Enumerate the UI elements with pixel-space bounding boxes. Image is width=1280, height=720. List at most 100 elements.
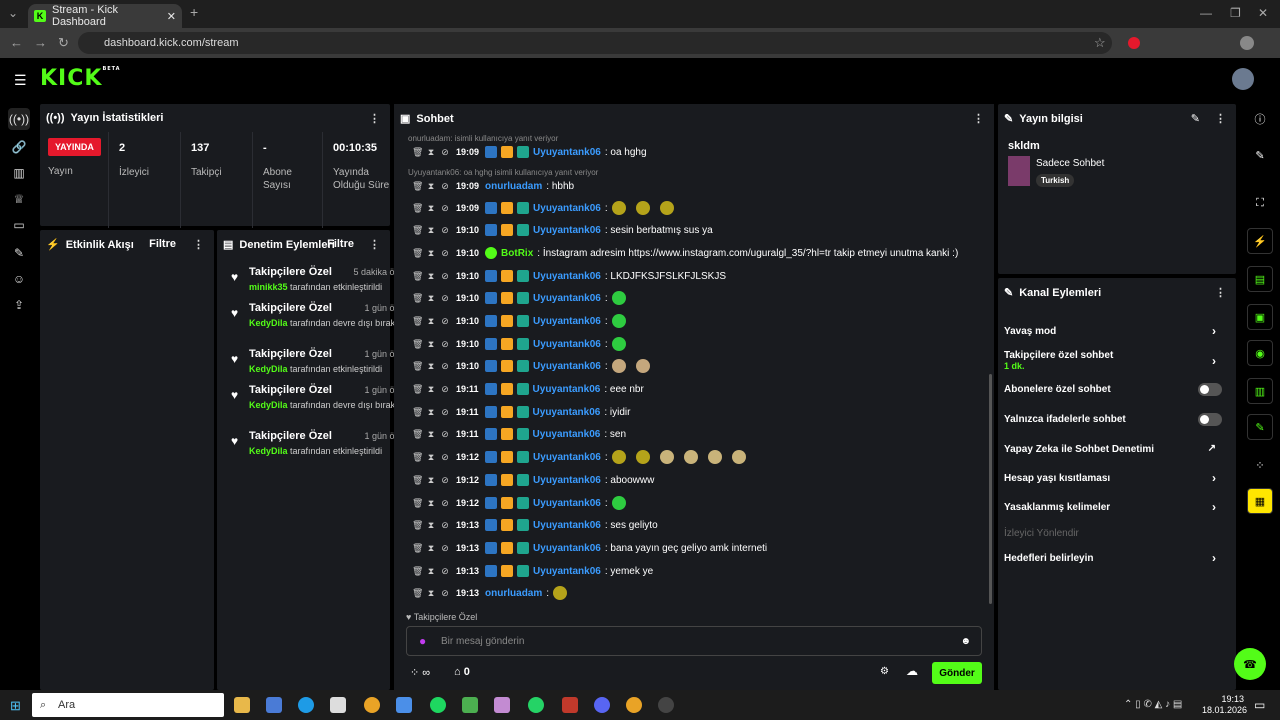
category-thumbnail[interactable] bbox=[1008, 156, 1030, 186]
mail-icon[interactable] bbox=[396, 697, 412, 713]
upload-icon[interactable]: ⇪ bbox=[8, 294, 30, 316]
message-username[interactable]: BotRix bbox=[501, 248, 533, 259]
trash-icon[interactable]: 🗑 bbox=[412, 384, 423, 395]
microphone-icon[interactable]: ● bbox=[419, 634, 426, 648]
edit-icon[interactable]: ✎ bbox=[1191, 112, 1200, 125]
analytics-icon[interactable]: ▥ bbox=[8, 162, 30, 184]
edge-icon[interactable] bbox=[298, 697, 314, 713]
kick-logo[interactable]: KICKBETA bbox=[40, 66, 121, 91]
info-icon[interactable]: ⓘ bbox=[1247, 106, 1273, 132]
trash-icon[interactable]: 🗑 bbox=[412, 147, 423, 158]
chat-settings-icon[interactable]: ⚙ bbox=[880, 666, 889, 677]
reload-icon[interactable]: ↻ bbox=[58, 35, 69, 51]
message-username[interactable]: Uyuyantank06 bbox=[533, 543, 601, 554]
pen-icon[interactable]: ✎ bbox=[1247, 142, 1273, 168]
clock[interactable]: 19:13 18.01.2026 bbox=[1202, 694, 1247, 716]
spotify-icon[interactable] bbox=[430, 697, 446, 713]
info-menu-icon[interactable]: ⋮ bbox=[1215, 112, 1226, 125]
chevron-right-icon[interactable]: › bbox=[1212, 500, 1216, 514]
timeout-icon[interactable]: ⧗ bbox=[426, 203, 436, 214]
activity-filter-button[interactable]: Filtre bbox=[149, 238, 176, 250]
ban-icon[interactable]: ⊘ bbox=[440, 475, 450, 486]
ban-icon[interactable]: ⊘ bbox=[440, 543, 450, 554]
message-username[interactable]: Uyuyantank06 bbox=[533, 271, 601, 282]
timeout-icon[interactable]: ⧗ bbox=[426, 407, 436, 418]
emote[interactable] bbox=[635, 359, 650, 373]
trash-icon[interactable]: 🗑 bbox=[412, 225, 423, 236]
message-username[interactable]: Uyuyantank06 bbox=[533, 225, 601, 236]
link-icon[interactable]: 🔗 bbox=[8, 136, 30, 158]
timeout-icon[interactable]: ⧗ bbox=[426, 339, 436, 350]
category-name[interactable]: Sadece Sohbet bbox=[1036, 158, 1104, 169]
timeout-icon[interactable]: ⧗ bbox=[426, 384, 436, 395]
chat-message-input[interactable]: ● Bir mesaj gönderin ☻ bbox=[406, 626, 982, 656]
modlog-filter-button[interactable]: Filtre bbox=[327, 238, 354, 250]
media-icon[interactable]: ▭ bbox=[8, 214, 30, 236]
ban-icon[interactable]: ⊘ bbox=[440, 248, 450, 259]
ban-icon[interactable]: ⊘ bbox=[440, 293, 450, 304]
menu-icon[interactable]: ☰ bbox=[14, 72, 27, 89]
emote[interactable] bbox=[659, 201, 674, 215]
lightning-icon[interactable]: ⚡ bbox=[1247, 228, 1273, 254]
channel-action-item[interactable]: Yasaklanmış kelimeler › bbox=[1004, 500, 1230, 514]
ban-icon[interactable]: ⊘ bbox=[440, 498, 450, 509]
message-username[interactable]: Uyuyantank06 bbox=[533, 316, 601, 327]
maximize-icon[interactable]: ❐ bbox=[1230, 6, 1241, 20]
trash-icon[interactable]: 🗑 bbox=[412, 181, 423, 192]
support-icon[interactable]: ☎ bbox=[1234, 648, 1266, 680]
emote[interactable] bbox=[611, 496, 626, 510]
channel-action-item[interactable]: Hesap yaşı kısıtlaması › bbox=[1004, 471, 1230, 485]
trash-icon[interactable]: 🗑 bbox=[412, 452, 423, 463]
timeout-icon[interactable]: ⧗ bbox=[426, 361, 436, 372]
ban-icon[interactable]: ⊘ bbox=[440, 147, 450, 158]
message-username[interactable]: onurluadam bbox=[485, 588, 542, 599]
timeout-icon[interactable]: ⧗ bbox=[426, 225, 436, 236]
wrench-icon[interactable]: ✎ bbox=[8, 242, 30, 264]
timeout-icon[interactable]: ⧗ bbox=[426, 181, 436, 192]
message-username[interactable]: Uyuyantank06 bbox=[533, 520, 601, 531]
timeout-icon[interactable]: ⧗ bbox=[426, 429, 436, 440]
store-icon[interactable] bbox=[330, 697, 346, 713]
stream-nav-icon[interactable]: ((•)) bbox=[8, 108, 30, 130]
trash-icon[interactable]: 🗑 bbox=[412, 498, 423, 509]
modlog-item-user[interactable]: minikk35 bbox=[249, 282, 288, 292]
user-avatar[interactable] bbox=[1232, 68, 1254, 90]
message-username[interactable]: Uyuyantank06 bbox=[533, 384, 601, 395]
timeout-icon[interactable]: ⧗ bbox=[426, 293, 436, 304]
trash-icon[interactable]: 🗑 bbox=[412, 339, 423, 350]
trash-icon[interactable]: 🗑 bbox=[412, 566, 423, 577]
send-button[interactable]: Gönder bbox=[932, 662, 982, 684]
timeout-icon[interactable]: ⧗ bbox=[426, 248, 436, 259]
timeout-icon[interactable]: ⧗ bbox=[426, 543, 436, 554]
close-window-icon[interactable]: ✕ bbox=[1258, 6, 1268, 20]
ban-icon[interactable]: ⊘ bbox=[440, 407, 450, 418]
trash-icon[interactable]: 🗑 bbox=[412, 543, 423, 554]
message-username[interactable]: Uyuyantank06 bbox=[533, 566, 601, 577]
timeout-icon[interactable]: ⧗ bbox=[426, 452, 436, 463]
ban-icon[interactable]: ⊘ bbox=[440, 588, 450, 599]
discord-icon[interactable] bbox=[594, 697, 610, 713]
expand-icon[interactable]: ⛶ bbox=[1247, 190, 1273, 216]
modlog-menu-icon[interactable]: ⋮ bbox=[369, 238, 380, 251]
profile-avatar[interactable] bbox=[1240, 36, 1254, 50]
whatsapp-icon[interactable] bbox=[528, 697, 544, 713]
tab-list-icon[interactable]: ⌄ bbox=[8, 6, 18, 20]
message-username[interactable]: Uyuyantank06 bbox=[533, 339, 601, 350]
timeout-icon[interactable]: ⧗ bbox=[426, 147, 436, 158]
modlog-item-user[interactable]: KedyDila bbox=[249, 400, 288, 410]
ban-icon[interactable]: ⊘ bbox=[440, 384, 450, 395]
dots-icon[interactable]: ⁘ bbox=[1247, 452, 1273, 478]
emote[interactable] bbox=[611, 201, 626, 215]
users-icon[interactable]: ☺ bbox=[8, 268, 30, 290]
infinity-icon[interactable]: ⁘ ∞ bbox=[410, 666, 430, 679]
notification-icon[interactable]: ▭ bbox=[1254, 698, 1265, 712]
broadcast-icon[interactable]: ◉ bbox=[1247, 340, 1273, 366]
ban-icon[interactable]: ⊘ bbox=[440, 271, 450, 282]
modlog-item-user[interactable]: KedyDila bbox=[249, 446, 288, 456]
message-username[interactable]: Uyuyantank06 bbox=[533, 498, 601, 509]
chrome-active-icon[interactable] bbox=[626, 697, 642, 713]
app-icon[interactable] bbox=[494, 697, 510, 713]
tray-icons[interactable]: ⌃ ▯ ✆ ◭ ♪ ▤ bbox=[1124, 699, 1182, 710]
wrench-icon[interactable]: ✎ bbox=[1247, 414, 1273, 440]
ban-icon[interactable]: ⊘ bbox=[440, 225, 450, 236]
